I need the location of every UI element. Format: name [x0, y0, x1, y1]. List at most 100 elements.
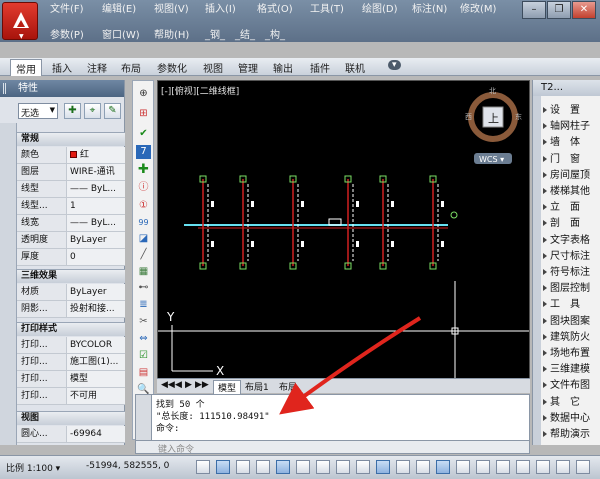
command-input[interactable]: 键入命令 [135, 440, 530, 455]
line-icon[interactable]: ╱ [136, 248, 151, 262]
tab-nav-last-button[interactable]: ▶▶ [195, 380, 209, 390]
snap-icon[interactable]: ⊞ [136, 107, 151, 121]
prop-row[interactable]: 线型... 1 [17, 198, 125, 215]
drawing-canvas[interactable]: 上 北 东 西 WCS ▾ Y X [-][俯视][二维线框] [157, 80, 530, 392]
properties-side-strip[interactable] [0, 123, 17, 445]
menu-window[interactable]: 窗口(W) [102, 26, 140, 41]
tab-layout1[interactable]: 布局1 [245, 380, 269, 393]
palette-item[interactable]: 其 它 [543, 393, 599, 409]
tab-nav-first-button[interactable]: ◀◀ [161, 380, 175, 390]
grid-icon[interactable]: ▦ [136, 265, 151, 279]
model-space-icon[interactable] [476, 460, 490, 474]
minimize-icon[interactable]: – [522, 1, 546, 19]
lock-ui-icon[interactable] [536, 460, 550, 474]
number-one-icon[interactable]: ① [136, 199, 151, 213]
menu-format[interactable]: 格式(O) [257, 0, 293, 15]
tab-output[interactable]: 输出 [273, 60, 293, 75]
tab-plugins[interactable]: 插件 [310, 60, 330, 75]
application-menu-button[interactable]: ▼ [2, 2, 38, 40]
restore-icon[interactable]: ❐ [547, 1, 571, 19]
menu-help[interactable]: 帮助(H) [154, 26, 189, 41]
shape-icon[interactable]: ◪ [136, 232, 151, 246]
command-side-strip[interactable] [136, 395, 152, 443]
menu-view[interactable]: 视图(V) [154, 0, 189, 15]
tab-online[interactable]: 联机 [345, 60, 365, 75]
palette-item[interactable]: 工 具 [543, 295, 599, 311]
polar-tracking-icon[interactable] [256, 460, 270, 474]
tab-view[interactable]: 视图 [203, 60, 223, 75]
add-icon[interactable]: ✚ [136, 163, 151, 177]
palette-item[interactable]: 墙 体 [543, 133, 599, 149]
menu-tools[interactable]: 工具(T) [310, 0, 344, 15]
number-seven-icon[interactable]: 7 [136, 145, 151, 159]
prop-row[interactable]: 材质 ByLayer [17, 284, 125, 301]
isolate-icon[interactable] [556, 460, 570, 474]
palette-item[interactable]: 文字表格 [543, 231, 599, 247]
prop-row[interactable]: 图层 WIRE-通讯 [17, 164, 125, 181]
prop-row[interactable]: 厚度 0 [17, 249, 125, 266]
checkmark-icon[interactable]: ✔ [136, 127, 151, 141]
section-general[interactable]: 常规 [17, 132, 125, 146]
prop-row[interactable]: 透明度 ByLayer [17, 232, 125, 249]
menu-modify[interactable]: 修改(M) [460, 0, 496, 15]
prop-row[interactable]: 打印... 模型 [17, 371, 125, 388]
ribbon-more-button[interactable]: ▾ [388, 60, 401, 70]
palette-item[interactable]: 建筑防火 [543, 328, 599, 344]
palette-item[interactable]: 三维建模 [543, 360, 599, 376]
tab-insert[interactable]: 插入 [52, 60, 72, 75]
palette-item[interactable]: 立 面 [543, 198, 599, 214]
transparency-icon[interactable] [396, 460, 410, 474]
prop-row[interactable]: 阴影... 投射和接... [17, 301, 125, 318]
counter-icon[interactable]: 99 [136, 216, 151, 230]
tab-annotate[interactable]: 注释 [87, 60, 107, 75]
palette-item[interactable]: 尺寸标注 [543, 247, 599, 263]
table-icon[interactable]: ▤ [136, 366, 151, 380]
menu-parameter[interactable]: 参数(P) [50, 26, 84, 41]
check-box-icon[interactable]: ☑ [136, 349, 151, 363]
ortho-mode-icon[interactable] [236, 460, 250, 474]
list-icon[interactable]: ≣ [136, 298, 151, 312]
dimension-icon[interactable]: ⇔ [136, 332, 151, 346]
prop-row[interactable]: 圆心... -69964 [17, 426, 125, 443]
palette-item[interactable]: 场地布置 [543, 344, 599, 360]
selection-dropdown[interactable]: 无选 ▼ [18, 103, 58, 119]
3d-snap-icon[interactable] [296, 460, 310, 474]
tab-nav-next-button[interactable]: ▶ [185, 380, 192, 390]
annotation-monitor-icon[interactable] [456, 460, 470, 474]
menu-dimension[interactable]: 标注(N) [412, 0, 447, 15]
section-3d-effects[interactable]: 三维效果 [17, 269, 125, 283]
palette-side-strip[interactable] [533, 96, 541, 445]
menu-file[interactable]: 文件(F) [50, 0, 84, 15]
viewport-controls-label[interactable]: [-][俯视][二维线框] [161, 84, 239, 97]
object-track-icon[interactable] [316, 460, 330, 474]
fullscreen-icon[interactable] [576, 460, 590, 474]
close-icon[interactable]: ✕ [572, 1, 596, 19]
prop-row[interactable]: 打印... 不可用 [17, 388, 125, 405]
prop-row[interactable]: 线型 —— ByL... [17, 181, 125, 198]
section-view[interactable]: 视图 [17, 411, 125, 425]
toggle-pickadd-icon[interactable]: ✚ [64, 103, 81, 119]
quick-select-icon[interactable]: ✎ [104, 103, 121, 119]
tab-layout2[interactable]: 布局 [279, 380, 297, 393]
tab-parametric[interactable]: 参数化 [157, 60, 187, 75]
selection-cycling-icon[interactable] [436, 460, 450, 474]
prop-row[interactable]: 打印... BYCOLOR [17, 337, 125, 354]
menu-insert[interactable]: 插入(I) [205, 0, 236, 15]
tab-layout[interactable]: 布局 [121, 60, 141, 75]
object-snap-icon[interactable] [276, 460, 290, 474]
prop-row[interactable]: 打印... 施工图(1)... [17, 354, 125, 371]
zoom-window-icon[interactable]: ⊕ [136, 87, 151, 101]
palette-item[interactable]: 帮助演示 [543, 425, 599, 441]
workspace-icon[interactable] [516, 460, 530, 474]
dynamic-input-icon[interactable] [356, 460, 370, 474]
section-plot-style[interactable]: 打印样式 [17, 322, 125, 336]
scale-dropdown[interactable]: 比例 1:100 ▾ [6, 461, 60, 474]
palette-item[interactable]: 数据中心 [543, 409, 599, 425]
palette-item[interactable]: 轴网柱子 [543, 117, 599, 133]
tab-model[interactable]: 模型 [213, 380, 242, 395]
tab-home[interactable]: 常用 [10, 59, 42, 76]
info-icon[interactable]: ⓘ [136, 181, 151, 195]
palette-item[interactable]: 剖 面 [543, 214, 599, 230]
menu-steel[interactable]: _钢_ [205, 26, 225, 41]
palette-item[interactable]: 文件布图 [543, 376, 599, 392]
